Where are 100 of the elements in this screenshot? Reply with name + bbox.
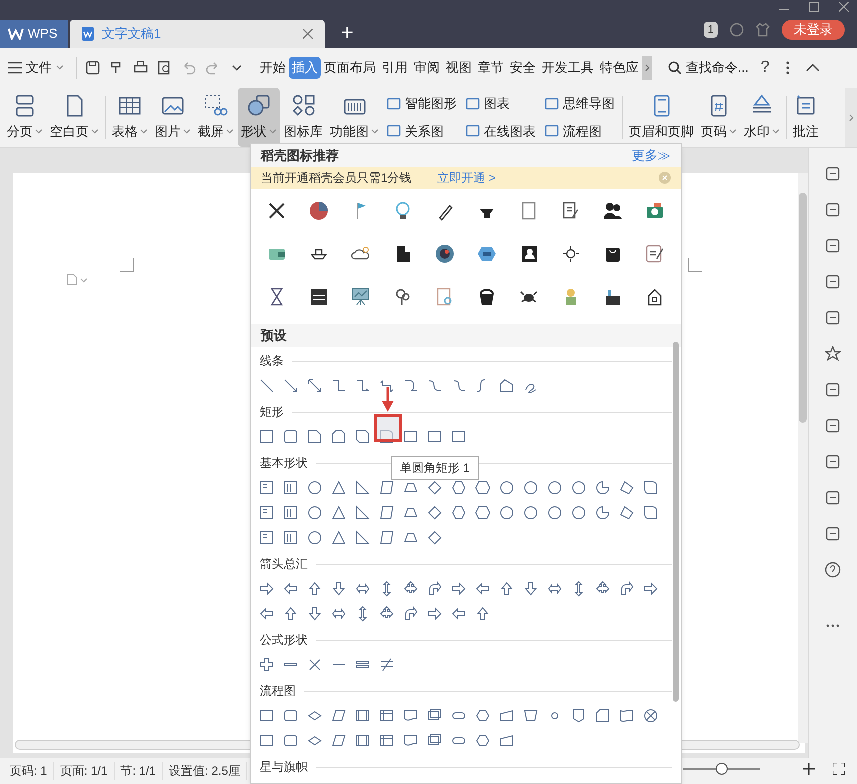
- arrow-shape-icon[interactable]: [403, 580, 419, 596]
- close-icon[interactable]: [303, 29, 313, 39]
- ribbon-tab[interactable]: 引用: [379, 57, 411, 79]
- basic-shape-icon[interactable]: [595, 480, 611, 496]
- basic-shape-icon[interactable]: [499, 480, 515, 496]
- arrow-shape-icon[interactable]: [523, 580, 539, 596]
- scroll-tabs-button[interactable]: [642, 56, 652, 80]
- arrow-shape-icon[interactable]: [283, 580, 299, 596]
- basic-shape-icon[interactable]: [331, 504, 347, 520]
- basket-icon[interactable]: [477, 286, 497, 306]
- basic-shape-icon[interactable]: [547, 504, 563, 520]
- arrow-shape-icon[interactable]: [259, 606, 275, 622]
- arrow-shape-icon[interactable]: [475, 606, 491, 622]
- basic-shape-icon[interactable]: [547, 480, 563, 496]
- ribbon-button[interactable]: 截屏: [195, 88, 237, 147]
- arrow-shape-icon[interactable]: [619, 580, 635, 596]
- basic-shape-icon[interactable]: [475, 504, 491, 520]
- basic-shape-icon[interactable]: [283, 530, 299, 546]
- camera-icon[interactable]: [645, 200, 665, 220]
- print-preview-icon[interactable]: [158, 61, 172, 75]
- basic-shape-icon[interactable]: [307, 504, 323, 520]
- ribbon-button[interactable]: 批注: [790, 88, 822, 147]
- arrow-shape-icon[interactable]: [283, 606, 299, 622]
- math-symbol-icon[interactable]: [307, 656, 323, 672]
- flowchart-shape-icon[interactable]: [571, 708, 587, 724]
- ribbon-tab[interactable]: 开发工具: [539, 57, 597, 79]
- ribbon-tab[interactable]: 开始: [257, 57, 289, 79]
- arrow-shape-icon[interactable]: [595, 580, 611, 596]
- arrow-shape-icon[interactable]: [451, 580, 467, 596]
- flowchart-shape-icon[interactable]: [355, 708, 371, 724]
- zoom-slider[interactable]: [683, 763, 760, 775]
- flowchart-shape-icon[interactable]: [499, 732, 515, 748]
- basic-shape-icon[interactable]: [355, 480, 371, 496]
- ribbon-button[interactable]: 水印: [741, 88, 783, 147]
- basic-shape-icon[interactable]: [523, 480, 539, 496]
- math-symbol-icon[interactable]: [259, 656, 275, 672]
- menu-icon[interactable]: [8, 62, 22, 74]
- flowchart-shape-icon[interactable]: [643, 708, 659, 724]
- rectangle-shape-icon[interactable]: [307, 428, 323, 444]
- line-shape-icon[interactable]: [259, 378, 275, 394]
- basic-shape-icon[interactable]: [259, 504, 275, 520]
- zoom-in-icon[interactable]: [803, 763, 815, 775]
- flowchart-shape-icon[interactable]: [427, 708, 443, 724]
- target-icon[interactable]: [435, 244, 455, 264]
- flowchart-shape-icon[interactable]: [259, 708, 275, 724]
- pie-chart-icon[interactable]: [309, 200, 329, 220]
- arrow-shape-icon[interactable]: [427, 580, 443, 596]
- ribbon-tab[interactable]: 插入: [289, 57, 321, 79]
- ribbon-button[interactable]: 图标库: [281, 88, 326, 147]
- vertical-scrollbar[interactable]: [798, 173, 808, 743]
- arrow-shape-icon[interactable]: [259, 580, 275, 596]
- basic-shape-icon[interactable]: [331, 480, 347, 496]
- ribbon-tab[interactable]: 章节: [475, 57, 507, 79]
- arrow-shape-icon[interactable]: [307, 606, 323, 622]
- ribbon-tab[interactable]: 安全: [507, 57, 539, 79]
- basic-shape-icon[interactable]: [283, 504, 299, 520]
- app-tab[interactable]: WPS: [0, 20, 68, 48]
- login-button[interactable]: 未登录: [782, 20, 845, 40]
- flowchart-shape-icon[interactable]: [379, 732, 395, 748]
- line-shape-icon[interactable]: [499, 378, 515, 394]
- arrow-shape-icon[interactable]: [403, 606, 419, 622]
- flowchart-shape-icon[interactable]: [499, 708, 515, 724]
- ribbon-button[interactable]: 智能图形: [387, 94, 457, 114]
- ribbon-button[interactable]: 空白页: [47, 88, 102, 147]
- basic-shape-icon[interactable]: [595, 504, 611, 520]
- sun-icon[interactable]: [561, 244, 581, 264]
- basic-shape-icon[interactable]: [475, 480, 491, 496]
- arrow-shape-icon[interactable]: [427, 606, 443, 622]
- basic-shape-icon[interactable]: [307, 530, 323, 546]
- flowchart-shape-icon[interactable]: [475, 708, 491, 724]
- flowchart-shape-icon[interactable]: [283, 732, 299, 748]
- ribbon-button[interactable]: 表格: [109, 88, 151, 147]
- help-icon[interactable]: [825, 562, 841, 578]
- new-tab-button[interactable]: +: [341, 22, 354, 44]
- ribbon-tab[interactable]: 审阅: [411, 57, 443, 79]
- arrow-shape-icon[interactable]: [499, 580, 515, 596]
- flowchart-shape-icon[interactable]: [331, 708, 347, 724]
- scissors-icon[interactable]: [267, 200, 287, 220]
- close-icon[interactable]: [839, 2, 849, 12]
- basic-shape-icon[interactable]: [619, 504, 635, 520]
- flowchart-shape-icon[interactable]: [619, 708, 635, 724]
- collapse-ribbon-icon[interactable]: [806, 64, 820, 72]
- arrow-shape-icon[interactable]: [643, 580, 659, 596]
- basic-shape-icon[interactable]: [427, 504, 443, 520]
- basic-shape-icon[interactable]: [379, 530, 395, 546]
- rectangle-shape-icon[interactable]: [259, 428, 275, 444]
- line-shape-icon[interactable]: [403, 378, 419, 394]
- flowchart-shape-icon[interactable]: [403, 732, 419, 748]
- arrow-shape-icon[interactable]: [475, 580, 491, 596]
- ribbon-button[interactable]: 形状: [238, 88, 280, 147]
- rectangle-shape-icon[interactable]: [331, 428, 347, 444]
- rectangle-shape-icon[interactable]: [403, 428, 419, 444]
- line-shape-icon[interactable]: [331, 378, 347, 394]
- more-options-icon[interactable]: [786, 61, 790, 75]
- rectangle-shape-icon[interactable]: [427, 428, 443, 444]
- basic-shape-icon[interactable]: [451, 504, 467, 520]
- basic-shape-icon[interactable]: [307, 480, 323, 496]
- line-shape-icon[interactable]: [427, 378, 443, 394]
- basic-shape-icon[interactable]: [427, 530, 443, 546]
- arrow-shape-icon[interactable]: [307, 580, 323, 596]
